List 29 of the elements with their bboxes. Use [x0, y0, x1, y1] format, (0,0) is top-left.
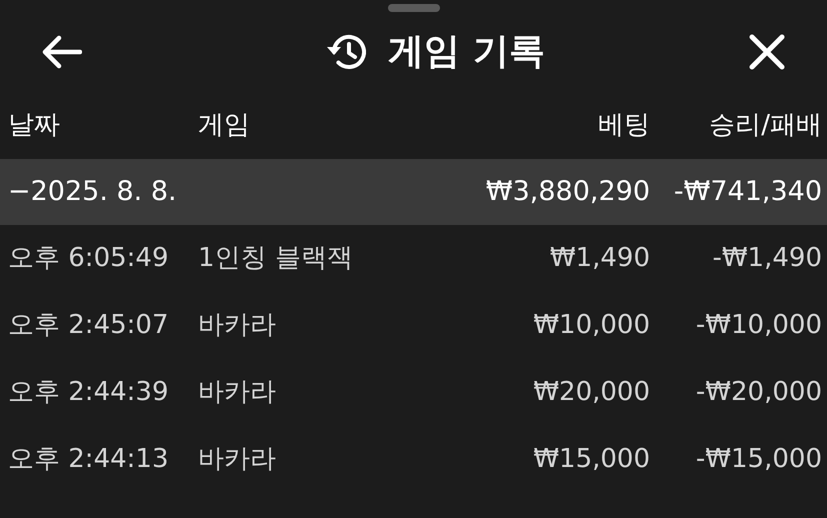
column-header: 베팅	[598, 109, 650, 142]
column-header: 승리/패배	[709, 109, 822, 142]
group-result-total: -₩741,340	[674, 174, 822, 209]
column-header: 날짜	[8, 109, 61, 142]
table-cell-text: ₩15,000	[533, 443, 650, 476]
header-title: 게임 기록	[388, 30, 545, 74]
table-cell-text: 바카라	[198, 309, 277, 342]
table-cell-text: 바카라	[198, 376, 277, 409]
back-arrow-icon[interactable]	[42, 35, 82, 69]
drag-handle[interactable]	[388, 4, 440, 12]
group-date: −2025. 8. 8.	[8, 174, 178, 209]
table-cell-text: ₩1,490	[550, 242, 650, 275]
table-cell-text: 오후 2:44:39	[8, 376, 170, 409]
table-cell-text: 오후 6:05:49	[8, 242, 170, 275]
table-cell-text: 바카라	[198, 443, 277, 476]
table-cell-text: -₩1,490	[712, 242, 822, 275]
table-cell-text: -₩20,000	[696, 376, 822, 409]
column-header: 게임	[198, 109, 251, 142]
table-cell-text: -₩10,000	[696, 309, 822, 342]
history-icon	[326, 33, 366, 71]
group-bet-total: ₩3,880,290	[486, 174, 650, 209]
table-cell-text: -₩15,000	[696, 443, 822, 476]
table-cell-text: 1인칭 블랙잭	[198, 242, 354, 275]
table-cell-text: ₩10,000	[533, 309, 650, 342]
table-cell-text: ₩20,000	[533, 376, 650, 409]
table-cell-text: 오후 2:44:13	[8, 443, 170, 476]
date-group-row[interactable]: −2025. 8. 8. ₩3,880,290 -₩741,340	[0, 159, 827, 225]
table-cell-text: 오후 2:45:07	[8, 309, 170, 342]
close-icon[interactable]	[748, 34, 785, 70]
